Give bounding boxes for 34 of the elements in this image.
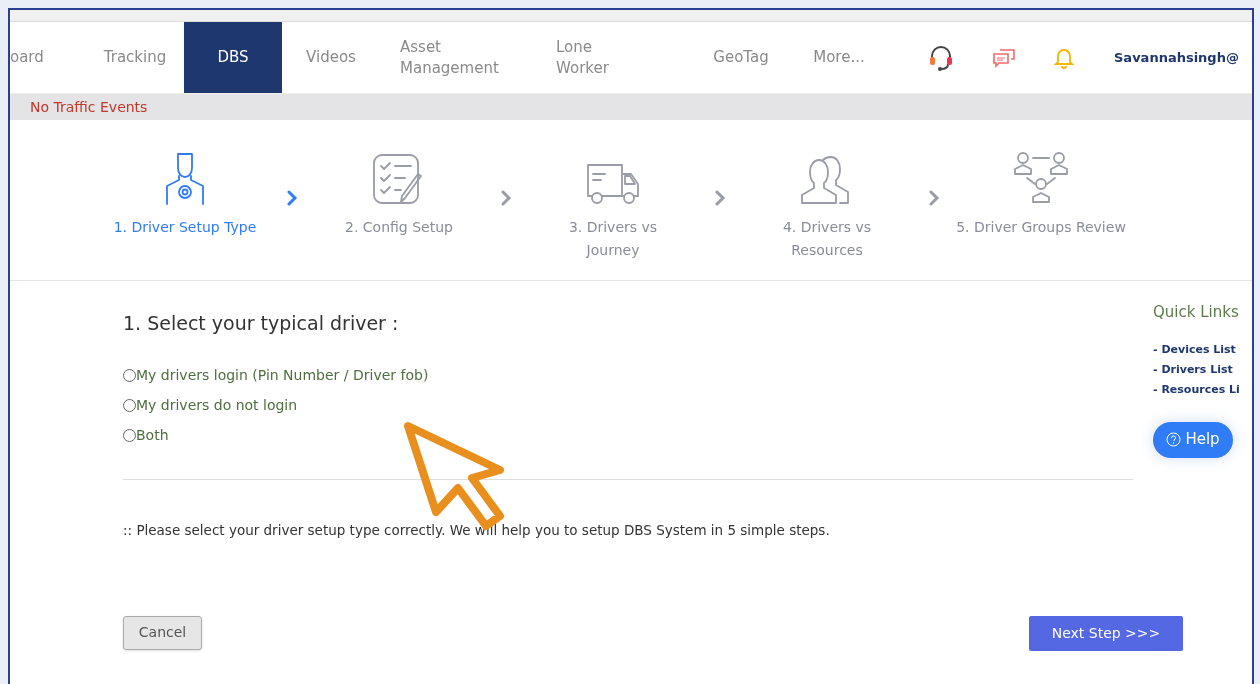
nav-tab[interactable]: Asset Management	[380, 22, 536, 93]
nav-tab[interactable]: DBS	[184, 22, 282, 93]
traffic-status: No Traffic Events	[30, 97, 148, 117]
nav-tab[interactable]: Tracking	[86, 22, 184, 93]
wizard-step[interactable]: 2. Config Setup	[314, 146, 484, 239]
nav-tab[interactable]: Lone Worker	[536, 22, 692, 93]
nav-tab[interactable]: Videos	[282, 22, 380, 93]
wizard-step[interactable]: 1. Driver Setup Type	[100, 146, 270, 239]
wizard-step[interactable]: 3. Drivers vs Journey	[528, 146, 698, 262]
chevron-right-icon	[500, 190, 512, 206]
quick-link[interactable]: - Drivers List	[1153, 359, 1233, 380]
help-button[interactable]: Help	[1153, 421, 1233, 458]
wizard-step[interactable]: 4. Drivers vs Resources	[742, 146, 912, 262]
group-network-icon	[1013, 150, 1069, 206]
quick-link[interactable]: - Devices List	[1153, 339, 1236, 360]
question-heading: 1. Select your typical driver :	[123, 311, 400, 336]
radio-option[interactable]: My drivers login (Pin Number / Driver fob)	[123, 365, 429, 386]
nav-tab[interactable]: oard	[10, 22, 86, 93]
user-name[interactable]: Savannahsingh@	[1114, 47, 1239, 68]
truck-icon	[585, 162, 641, 206]
radio-option[interactable]: Both	[123, 425, 169, 446]
next-step-button[interactable]: Next Step >>>	[1029, 615, 1183, 651]
chevron-right-icon	[714, 190, 726, 206]
wizard-step[interactable]: 5. Driver Groups Review	[956, 146, 1126, 239]
help-icon	[1166, 432, 1182, 447]
quick-link[interactable]: - Resources Li	[1153, 379, 1240, 400]
nav-tab[interactable]: More...	[790, 22, 888, 93]
nav-tab[interactable]: GeoTag	[692, 22, 790, 93]
chevron-right-icon	[928, 190, 940, 206]
radio-option[interactable]: My drivers do not login	[123, 395, 298, 416]
chevron-right-icon	[286, 190, 298, 206]
headset-icon[interactable]	[928, 43, 954, 72]
quick-links-title: Quick Links	[1153, 302, 1239, 323]
cancel-button[interactable]: Cancel	[123, 615, 202, 650]
